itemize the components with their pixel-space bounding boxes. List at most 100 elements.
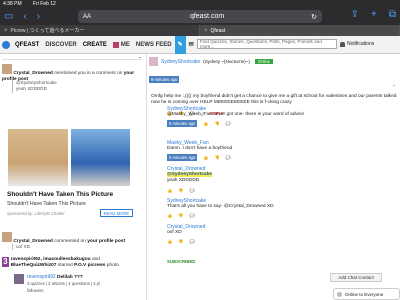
comment: Crystal_Drowned oof XD 👍 👎 💬 <box>167 224 393 245</box>
main-post-header: SydneyShortcake (Sydney ~{Nocturne}~) On… <box>149 57 397 66</box>
qfeast-logo-icon[interactable] <box>2 40 10 49</box>
chevron-down-icon[interactable]: ⌄ <box>138 54 142 59</box>
read-more-button[interactable]: READ MORE <box>100 209 133 217</box>
post-thread: SydneyShortcake (Sydney ~{Nocturne}~) On… <box>146 54 400 300</box>
dislike-icon[interactable]: 👎 <box>178 239 183 245</box>
nav-messages[interactable]: ✉ <box>186 41 197 48</box>
forward-icon[interactable]: › <box>37 11 40 22</box>
feed-entry-stars-text: ravenspirit92, imasoullessbakugou and Bl… <box>11 257 142 269</box>
post-user[interactable]: SydneyShortcake <box>161 59 200 65</box>
dislike-icon[interactable]: 👎 <box>215 155 220 161</box>
share-icon[interactable]: ⇪ <box>351 9 359 20</box>
entry-suffix: photo <box>106 263 119 269</box>
comment-text: @Masky_Weeb_Fan never got one- there is … <box>167 112 305 117</box>
dislike-icon[interactable]: 👎 <box>178 188 183 194</box>
comment-icon[interactable]: 💬 <box>189 188 194 194</box>
reader-aa-button[interactable]: AA <box>83 14 103 20</box>
like-icon[interactable]: 👍 <box>203 155 208 161</box>
entry-text: mentioned you in a comment on <box>54 71 123 76</box>
like-icon[interactable]: 👍 <box>203 121 208 127</box>
close-tab-icon[interactable]: × <box>204 28 208 34</box>
sidebar-toggle-icon[interactable]: ▭ <box>4 11 13 22</box>
quote-text: yeah XDDDDD <box>16 86 47 92</box>
comment-icon[interactable]: 💬 <box>226 155 231 161</box>
ad-title[interactable]: Shouldn't Have Taken This Picture <box>7 191 113 198</box>
subscribed-row[interactable]: SUBSCRIBED <box>167 250 195 268</box>
nav-quiz-button[interactable]: ✎ <box>174 35 186 54</box>
sub-stats: 3 quizzes | 2 articles | 4 questions | 3… <box>27 281 100 287</box>
nav-me[interactable]: ME <box>110 41 133 48</box>
avatar <box>2 64 12 74</box>
subscribed-label[interactable]: SUBSCRIBED <box>167 259 195 264</box>
tab-qfeast[interactable]: × Qfeast <box>200 25 400 36</box>
back-icon[interactable]: ‹ <box>23 11 26 22</box>
chat-online-label: Online to Everyone <box>345 291 384 297</box>
entry-text: commented on <box>54 239 86 244</box>
entry-quote: @SydneyShortcake yeah XDDDDD <box>12 80 57 93</box>
dislike-icon[interactable]: 👎 <box>215 121 220 127</box>
feed-entry-sub[interactable]: ravenspirit92 Delilah ??? 3 quizzes | 2 … <box>14 274 142 296</box>
status-time: 4:38 PM <box>3 1 22 7</box>
comment-icon[interactable]: 💬 <box>189 239 194 245</box>
comment-icon[interactable]: 💬 <box>226 121 231 127</box>
entry-user[interactable]: Crystal_Drowned <box>13 71 52 76</box>
tab-picrew[interactable]: × Picrew | つくって遊べるメーカー <box>0 25 200 36</box>
entry-more-user[interactable]: BlueTheQuizWhiz07 <box>11 263 57 268</box>
entry-target[interactable]: your profile post <box>87 239 125 244</box>
browser-actions: ⇪ + ⧉ <box>351 9 396 20</box>
entry-target[interactable]: P.O.V picrews <box>74 263 105 268</box>
dislike-icon[interactable]: 👎 <box>178 213 183 219</box>
feed-entry-stars[interactable]: 3 ravenspirit92, imasoullessbakugou and … <box>2 257 142 269</box>
add-chat-contact-button[interactable]: Add Chat Contact <box>330 273 382 282</box>
status-bar: 4:38 PM Fri Feb 12 ≋ 100% <box>0 0 400 300</box>
browser-toolbar: ▭ ‹ › AA qfeast.com ↻ ⇪ + ⧉ <box>0 8 400 25</box>
nav-discover[interactable]: DISCOVER <box>42 42 79 48</box>
close-tab-icon[interactable]: × <box>4 28 8 34</box>
comment-text: oof XD <box>167 230 182 235</box>
notifications-label: Notifications <box>347 41 375 47</box>
avatar[interactable] <box>149 57 158 66</box>
tabs-overview-icon[interactable]: ⧉ <box>389 9 396 20</box>
feed-top: ⌄ <box>2 54 142 60</box>
address-bar[interactable]: AA qfeast.com ↻ <box>78 10 322 23</box>
search-input[interactable]: Find Quizzes, Stories, Questions, Polls,… <box>197 39 337 49</box>
comment: Crystal_Drowned @SydneyShortcake yeah XD… <box>167 166 393 194</box>
reload-icon[interactable]: ↻ <box>311 13 317 21</box>
post-body: Omfg help me :,(((( my boyfriend didn't … <box>151 94 397 106</box>
ad-sponsor: sponsored by: Lifestyle Chatter <box>7 211 65 216</box>
chat-online-toggle[interactable]: Online to Everyone <box>333 288 400 300</box>
mention[interactable]: @SydneyShortcake <box>167 172 212 177</box>
url-host: qfeast.com <box>189 13 225 20</box>
nav-me-label: ME <box>120 41 130 48</box>
feed-entry-sub-text: ravenspirit92 Delilah ??? 3 quizzes | 2 … <box>27 274 100 296</box>
like-icon[interactable]: 👍 <box>167 188 172 194</box>
site-navbar: QFEAST DISCOVER CREATE ME NEWS FEED ✎ ✉ … <box>0 35 400 54</box>
nav-brand[interactable]: QFEAST <box>12 42 42 48</box>
entry-users[interactable]: ravenspirit92, imasoullessbakugou <box>11 257 91 262</box>
sub-followers: followers <box>27 288 44 294</box>
like-icon[interactable]: 👍 <box>167 213 172 219</box>
tab-label: Qfeast <box>210 27 226 34</box>
sub-title[interactable]: Delilah ??? <box>57 275 83 280</box>
feed-top-hdr: ⌄ <box>2 54 142 60</box>
comment-icon[interactable]: 💬 <box>189 213 194 219</box>
comment: SydneyShortcake @Masky_Weeb_Fan never go… <box>167 106 393 128</box>
sub-user[interactable]: ravenspirit92 <box>27 274 56 280</box>
comment-actions: 👍 👎 💬 <box>167 239 393 245</box>
comment-actions: 👍 👎 💬 <box>167 188 393 194</box>
like-icon[interactable]: 👍 <box>167 239 172 245</box>
nav-create[interactable]: CREATE <box>80 42 110 48</box>
new-tab-icon[interactable]: + <box>371 9 377 20</box>
tab-label: Picrew | つくって遊べるメーカー <box>10 28 85 34</box>
bell-icon <box>340 41 345 47</box>
comment-actions: 👍 👎 💬 <box>167 213 393 219</box>
ad-image[interactable] <box>8 129 130 186</box>
comment-time: 9 minutes ago <box>167 154 198 162</box>
avatar <box>2 232 12 242</box>
chevron-down-icon[interactable]: ⌄ <box>392 82 396 88</box>
comment-text: yeah XDDDDD <box>167 178 200 184</box>
nav-news-feed[interactable]: NEWS FEED <box>133 42 175 48</box>
entry-text: starred <box>57 263 73 269</box>
notifications-button[interactable]: Notifications <box>340 41 374 47</box>
status-badge: Online <box>254 59 274 64</box>
